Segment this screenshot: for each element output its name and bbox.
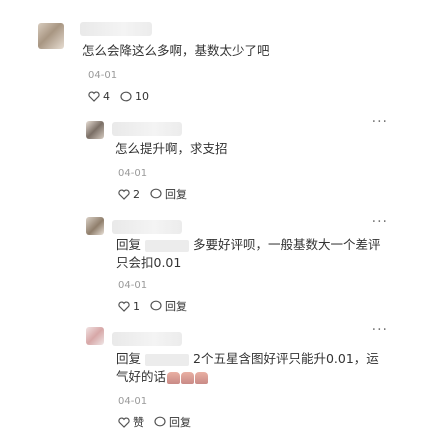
heart-outline-icon <box>118 300 130 312</box>
username-blurred[interactable] <box>112 122 182 136</box>
comment-text: 怎么提升啊，求支招 <box>115 141 228 156</box>
heart-outline-icon <box>118 188 130 200</box>
more-dots-icon[interactable]: ··· <box>372 114 388 130</box>
comment-bubble-icon <box>120 91 132 101</box>
heart-outline-icon <box>118 416 130 428</box>
comment-date: 04-01 <box>88 70 118 81</box>
avatar[interactable] <box>86 121 104 139</box>
reply-prefix: 回复 <box>116 351 142 366</box>
reply-button[interactable]: 回复 <box>154 414 191 430</box>
comment-bubble-icon <box>150 188 162 199</box>
like-count: 2 <box>133 187 140 201</box>
mention-blurred[interactable] <box>145 239 190 252</box>
more-dots-icon[interactable]: ··· <box>372 214 388 230</box>
username-blurred[interactable] <box>80 22 152 36</box>
username-blurred[interactable] <box>112 220 182 234</box>
facepalm-emoji-icon <box>195 371 209 384</box>
reply-count: 10 <box>135 90 149 103</box>
avatar[interactable] <box>86 327 104 345</box>
comment-actions: 4 10 <box>88 90 159 103</box>
like-count: 1 <box>133 299 140 313</box>
comment-actions: 赞 回复 <box>118 414 201 430</box>
comment-text: 怎么会降这么多啊，基数太少了吧 <box>82 43 270 58</box>
like-button[interactable]: 赞 <box>118 414 144 430</box>
reply-button[interactable]: 回复 <box>150 298 187 314</box>
mention-blurred[interactable] <box>145 353 190 366</box>
facepalm-emoji-icon <box>167 371 181 384</box>
like-count: 4 <box>103 90 110 103</box>
comment-actions: 1 回复 <box>118 298 197 314</box>
reply-label: 回复 <box>165 300 187 313</box>
avatar[interactable] <box>38 23 64 49</box>
comment-date: 04-01 <box>118 168 148 179</box>
comment-bubble-icon <box>150 300 162 311</box>
like-label: 赞 <box>133 416 144 429</box>
like-button[interactable]: 2 <box>118 188 140 201</box>
reply-button[interactable]: 10 <box>120 90 149 103</box>
comment-date: 04-01 <box>118 280 148 291</box>
comment-text: 回复 多要好评呗，一般基数大一个差评只会扣0.01 <box>116 236 386 272</box>
comment-actions: 2 回复 <box>118 186 197 202</box>
like-button[interactable]: 4 <box>88 90 110 103</box>
comment-bubble-icon <box>154 416 166 427</box>
reply-prefix: 回复 <box>116 237 142 252</box>
more-dots-icon[interactable]: ··· <box>372 322 388 338</box>
avatar[interactable] <box>86 217 104 235</box>
reply-button[interactable]: 回复 <box>150 186 187 202</box>
like-button[interactable]: 1 <box>118 300 140 313</box>
reply-label: 回复 <box>165 188 187 201</box>
facepalm-emoji-icon <box>181 371 195 384</box>
username-blurred[interactable] <box>112 332 182 346</box>
comment-text: 回复 2个五星含图好评只能升0.01，运气好的话 <box>116 350 386 386</box>
reply-label: 回复 <box>169 416 191 429</box>
comment-date: 04-01 <box>118 396 148 407</box>
heart-outline-icon <box>88 91 100 102</box>
